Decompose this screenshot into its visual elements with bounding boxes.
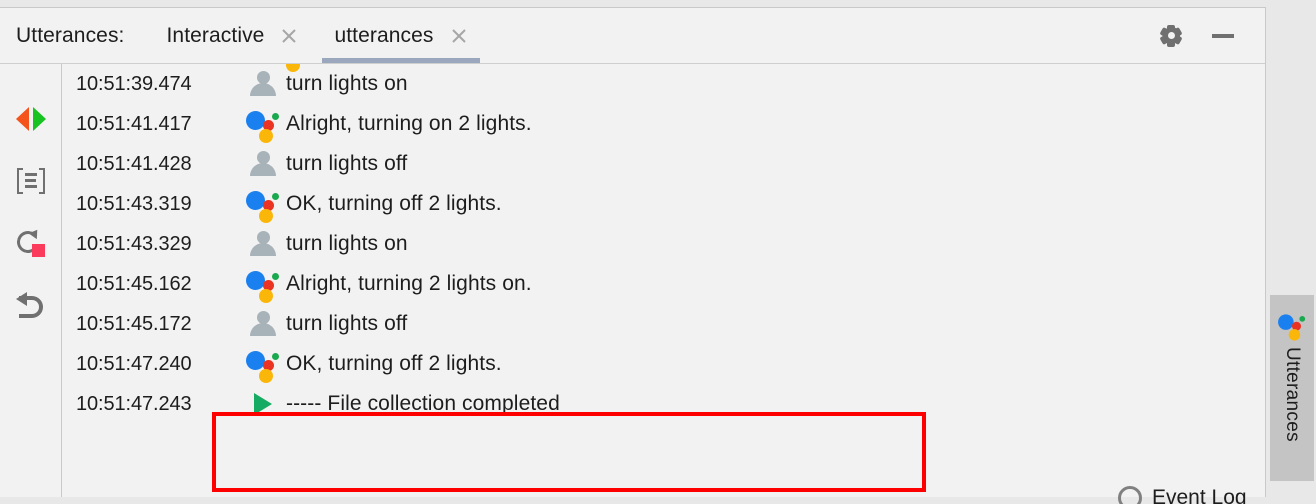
screenshot-root: Utterances: Interactive utterances 10:51…: [0, 0, 1316, 504]
log-message: OK, turning off 2 lights.: [286, 192, 502, 215]
log-timestamp: 10:51:41.428: [76, 152, 192, 175]
log-timestamp: 10:51:45.162: [76, 272, 192, 295]
left-toolbar: [0, 64, 62, 497]
log-icon-cell: [240, 64, 286, 104]
log-message: Alright, turning on 2 lights.: [286, 112, 532, 135]
log-message: turn lights on: [286, 72, 408, 95]
log-timestamp: 10:51:45.172: [76, 312, 192, 335]
up-down-arrows-icon: [15, 107, 46, 131]
sidebar-item-label: Utterances: [1282, 347, 1303, 442]
log-message: OK, turning off 2 lights.: [286, 352, 502, 375]
log-output[interactable]: 10:51:39.474 turn lights on 10:51:41.417…: [62, 64, 1265, 497]
log-timestamp: 10:51:47.243: [76, 392, 192, 415]
log-icon-cell: [240, 304, 286, 344]
person-icon: [250, 311, 276, 337]
log-timestamp: 10:51:43.319: [76, 192, 192, 215]
log-icon-cell: [240, 224, 286, 264]
tool-window-header: Utterances: Interactive utterances: [0, 8, 1265, 64]
log-icon-cell: [240, 264, 286, 304]
person-icon: [250, 231, 276, 257]
tab-utterances[interactable]: utterances: [316, 8, 485, 63]
tool-window-body: 10:51:39.474 turn lights on 10:51:41.417…: [0, 64, 1265, 497]
assistant-icon: [246, 268, 280, 303]
tool-window-actions: [1139, 8, 1265, 63]
status-bar-event-log[interactable]: Event Log: [1118, 486, 1247, 504]
minimize-button[interactable]: [1203, 16, 1243, 56]
log-row[interactable]: 10:51:45.162 Alright, turning 2 lights o…: [62, 264, 1265, 304]
close-icon[interactable]: [280, 27, 298, 45]
assistant-icon: [246, 188, 280, 223]
rerun-stop-button[interactable]: [12, 224, 50, 262]
minus-icon: [1212, 33, 1234, 38]
log-timestamp: 10:51:39.474: [76, 72, 192, 95]
log-icon-cell: [240, 184, 286, 224]
settings-button[interactable]: [1151, 16, 1191, 56]
log-row[interactable]: 10:51:41.417 Alright, turning on 2 light…: [62, 104, 1265, 144]
log-message: turn lights off: [286, 312, 408, 335]
log-icon-cell: [240, 344, 286, 384]
person-icon: [250, 71, 276, 97]
sidebar-item-utterances[interactable]: Utterances: [1270, 295, 1314, 481]
rerun-stop-icon: [14, 226, 46, 257]
tab-interactive-label: Interactive: [166, 23, 265, 47]
undo-button[interactable]: [12, 286, 50, 324]
log-timestamp: 10:51:47.240: [76, 352, 192, 375]
assistant-icon: [246, 108, 280, 143]
assistant-icon: [1278, 312, 1306, 341]
tool-window-title: Utterances:: [16, 23, 125, 47]
log-row[interactable]: 10:51:45.172 turn lights off: [62, 304, 1265, 344]
log-message: Alright, turning 2 lights on.: [286, 272, 532, 295]
utterances-tool-window: Utterances: Interactive utterances 10:51…: [0, 7, 1266, 504]
gear-icon: [1159, 24, 1183, 47]
soft-wrap-icon: [16, 168, 45, 194]
tab-interactive[interactable]: Interactive: [148, 8, 316, 63]
log-row-file-collection[interactable]: 10:51:47.243 ----- File collection compl…: [62, 384, 1265, 424]
event-log-label: Event Log: [1152, 486, 1247, 504]
right-tool-strip: Utterances: [1268, 7, 1316, 497]
log-message: turn lights on: [286, 232, 408, 255]
log-icon-cell: [240, 144, 286, 184]
circle-icon: [1118, 486, 1142, 504]
assistant-icon: [246, 348, 280, 383]
person-icon: [250, 151, 276, 177]
log-row[interactable]: 10:51:43.329 turn lights on: [62, 224, 1265, 264]
prev-next-occurrence-button[interactable]: [12, 100, 50, 138]
log-icon-cell: [240, 104, 286, 144]
log-message: ----- File collection completed: [286, 392, 560, 415]
log-row[interactable]: 10:51:39.474 turn lights on: [62, 64, 1265, 104]
play-icon: [254, 393, 272, 415]
close-icon[interactable]: [450, 27, 468, 45]
log-timestamp: 10:51:41.417: [76, 112, 192, 135]
tab-list: Interactive utterances: [148, 8, 485, 63]
undo-arrow-icon: [15, 292, 46, 318]
log-row[interactable]: 10:51:47.240 OK, turning off 2 lights.: [62, 344, 1265, 384]
tab-utterances-label: utterances: [334, 23, 434, 47]
log-row[interactable]: 10:51:41.428 turn lights off: [62, 144, 1265, 184]
log-icon-cell: [240, 384, 286, 424]
log-message: turn lights off: [286, 152, 408, 175]
log-row[interactable]: 10:51:43.319 OK, turning off 2 lights.: [62, 184, 1265, 224]
log-timestamp: 10:51:43.329: [76, 232, 192, 255]
soft-wrap-button[interactable]: [12, 162, 50, 200]
